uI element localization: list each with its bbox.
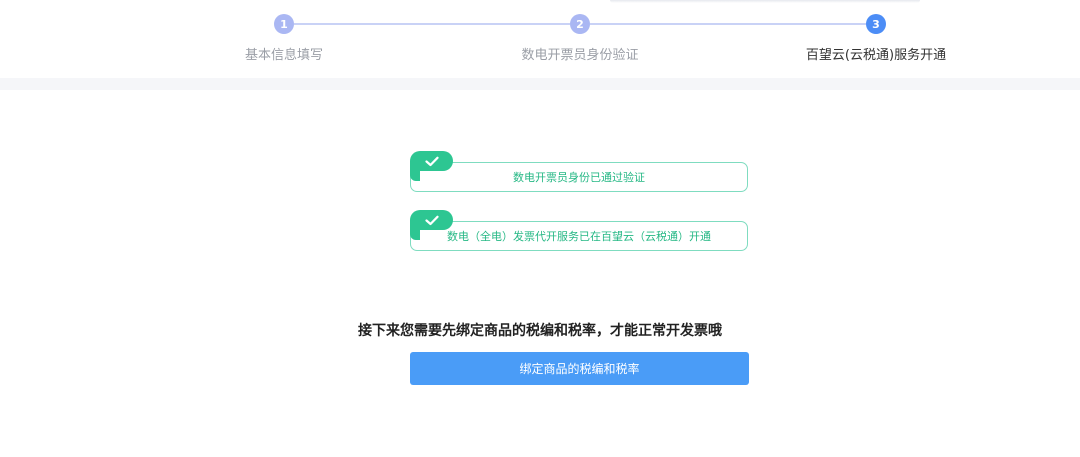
bind-tax-code-button[interactable]: 绑定商品的税编和税率 xyxy=(410,352,749,385)
top-shadow xyxy=(610,0,920,3)
step-3-label: 百望云(云税通)服务开通 xyxy=(805,48,947,63)
next-step-hint: 接下来您需要先绑定商品的税编和税率，才能正常开发票哦 xyxy=(358,323,722,339)
step-2-label: 数电开票员身份验证 xyxy=(521,48,639,63)
result-text: 数电（全电）发票代开服务已在百望云（云税通）开通 xyxy=(447,230,711,243)
step-connector-1 xyxy=(294,23,570,25)
result-card-identity-verified: 数电开票员身份已通过验证 xyxy=(410,151,748,192)
progress-stepper: 1 2 3 基本信息填写 数电开票员身份验证 百望云(云税通)服务开通 xyxy=(0,0,1080,78)
step-2-indicator: 2 xyxy=(570,14,590,34)
step-1-indicator: 1 xyxy=(274,14,294,34)
result-text: 数电开票员身份已通过验证 xyxy=(513,171,645,184)
section-divider xyxy=(0,78,1080,90)
step-1-label: 基本信息填写 xyxy=(244,48,324,63)
result-card-service-enabled: 数电（全电）发票代开服务已在百望云（云税通）开通 xyxy=(410,210,748,251)
step-connector-2 xyxy=(590,23,866,25)
step-3-indicator: 3 xyxy=(866,14,886,34)
